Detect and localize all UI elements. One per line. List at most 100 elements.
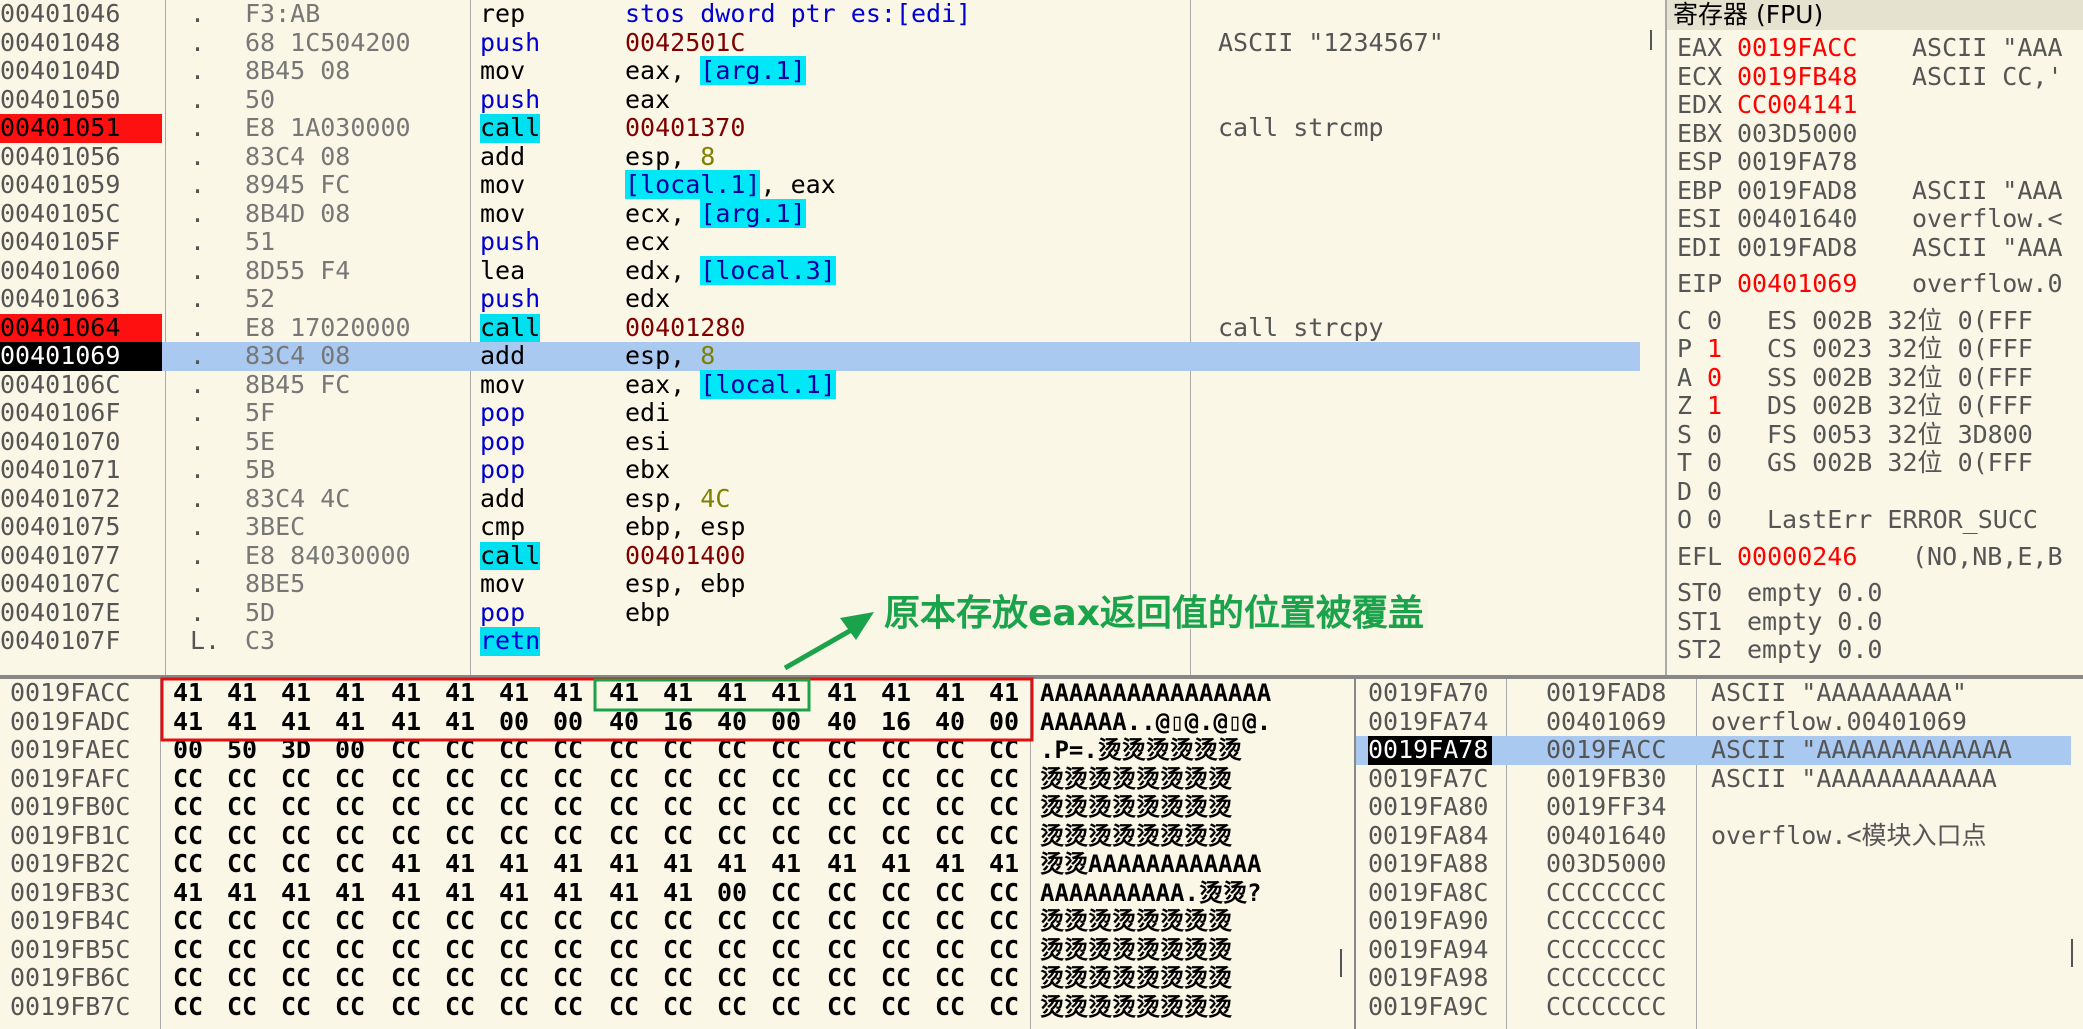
disasm-address[interactable]: 0040106C (0, 370, 162, 400)
stack-row[interactable]: 0019FA9C CCCCCCCC (1356, 992, 2071, 1022)
dump-byte[interactable]: CC (499, 735, 529, 765)
dump-byte[interactable]: 40 (935, 707, 965, 737)
disasm-address[interactable]: 00401071 (0, 455, 162, 485)
stack-row[interactable]: 0019FA8C CCCCCCCC (1356, 878, 2071, 908)
stack-value[interactable]: CCCCCCCC (1546, 992, 1666, 1022)
flag-value[interactable]: 0 (1707, 505, 1722, 535)
dump-byte[interactable]: CC (827, 878, 857, 908)
stack-value[interactable]: 00401069 (1546, 707, 1666, 737)
disasm-row[interactable]: 00401063. 52 push edx (0, 284, 1640, 314)
dump-byte[interactable]: CC (717, 963, 747, 993)
dump-address[interactable]: 0019FAEC (10, 735, 130, 765)
dump-byte[interactable]: 40 (827, 707, 857, 737)
dump-byte[interactable]: CC (989, 735, 1019, 765)
dump-byte[interactable]: CC (717, 735, 747, 765)
dump-byte[interactable]: CC (227, 764, 257, 794)
dump-byte[interactable]: CC (227, 935, 257, 965)
dump-byte[interactable]: CC (553, 764, 583, 794)
dump-byte[interactable]: CC (989, 963, 1019, 993)
dump-byte[interactable]: CC (989, 992, 1019, 1022)
dump-byte[interactable]: 41 (553, 878, 583, 908)
flag-row-t[interactable]: T 0 GS 002B 32位 0(FFF (1667, 448, 2077, 478)
dump-byte[interactable]: CC (281, 792, 311, 822)
dump-byte[interactable]: CC (771, 792, 801, 822)
dump-byte[interactable]: 41 (827, 849, 857, 879)
dump-byte[interactable]: 00 (771, 707, 801, 737)
dump-byte[interactable]: 41 (335, 878, 365, 908)
dump-byte[interactable]: CC (499, 906, 529, 936)
dump-address[interactable]: 0019FB5C (10, 935, 130, 965)
disasm-row[interactable]: 0040106C. 8B45 FC mov eax, [local.1] (0, 369, 1640, 400)
dump-byte[interactable]: CC (173, 992, 203, 1022)
dump-byte[interactable]: CC (771, 878, 801, 908)
dump-byte[interactable]: CC (935, 878, 965, 908)
dump-byte[interactable]: CC (935, 935, 965, 965)
dump-byte[interactable]: CC (445, 963, 475, 993)
dump-address[interactable]: 0019FADC (10, 707, 130, 737)
dump-byte[interactable]: CC (335, 821, 365, 851)
flag-value[interactable]: 0 (1707, 477, 1722, 507)
dump-byte[interactable]: CC (881, 821, 911, 851)
disasm-address[interactable]: 00401050 (0, 85, 162, 115)
disasm-row[interactable]: 00401072. 83C4 4C add esp, 4C (0, 484, 1640, 514)
dump-byte[interactable]: CC (553, 735, 583, 765)
dump-byte[interactable]: CC (989, 821, 1019, 851)
dump-byte[interactable]: CC (827, 792, 857, 822)
disasm-row[interactable]: 00401069. 83C4 08 add esp, 8 (0, 341, 1640, 371)
disasm-address[interactable]: 00401048 (0, 28, 162, 58)
register-row-ebx[interactable]: EBX 003D5000 (1667, 119, 2077, 149)
dump-byte[interactable]: CC (335, 935, 365, 965)
disasm-row[interactable]: 00401046. F3:AB rep stos dword ptr es:[edi] (0, 0, 1640, 29)
flag-row-s[interactable]: S 0 FS 0053 32位 3D800 (1667, 420, 2077, 450)
disasm-address[interactable]: 00401063 (0, 284, 162, 314)
dump-byte[interactable]: 41 (445, 707, 475, 737)
dump-byte[interactable]: CC (445, 821, 475, 851)
dump-row[interactable]: 0019FB7C CC CC CC CC CC CC CC CC CC CC CC CC CC CC CC CC… (0, 992, 1340, 1022)
dump-byte[interactable]: CC (935, 992, 965, 1022)
stack-value[interactable]: 0019FB30 (1546, 764, 1666, 794)
disasm-row[interactable]: 00401077. E8 84030000 call 00401400 (0, 541, 1640, 570)
dump-byte[interactable]: CC (663, 764, 693, 794)
dump-byte[interactable]: CC (227, 906, 257, 936)
dump-byte[interactable]: CC (445, 792, 475, 822)
dump-byte[interactable]: 41 (553, 679, 583, 708)
disasm-address[interactable]: 00401059 (0, 170, 162, 200)
flag-row-o[interactable]: O 0 LastErr ERROR_SUCC (1667, 505, 2077, 535)
dump-byte[interactable]: 41 (281, 878, 311, 908)
dump-byte[interactable]: CC (663, 992, 693, 1022)
dump-byte[interactable]: CC (173, 821, 203, 851)
dump-address[interactable]: 0019FB7C (10, 992, 130, 1022)
register-value[interactable]: 0019FAD8 (1737, 176, 1857, 206)
dump-byte[interactable]: CC (281, 992, 311, 1022)
dump-byte[interactable]: 00 (989, 707, 1019, 737)
disasm-address[interactable]: 00401069 (0, 341, 162, 371)
register-row-esp[interactable]: ESP 0019FA78 (1667, 147, 2077, 177)
dump-byte[interactable]: CC (553, 992, 583, 1022)
dump-byte[interactable]: 41 (717, 679, 747, 708)
dump-byte[interactable]: CC (717, 821, 747, 851)
disasm-address[interactable]: 0040106F (0, 398, 162, 428)
dump-byte[interactable]: CC (391, 935, 421, 965)
stack-address[interactable]: 0019FA90 (1368, 906, 1492, 936)
dump-byte[interactable]: 41 (663, 679, 693, 708)
dump-row[interactable]: 0019FAFC CC CC CC CC CC CC CC CC CC CC CC CC CC CC CC CC… (0, 764, 1340, 794)
dump-byte[interactable]: 41 (227, 707, 257, 737)
dump-byte[interactable]: CC (553, 821, 583, 851)
dump-byte[interactable]: 41 (663, 849, 693, 879)
dump-address[interactable]: 0019FB3C (10, 878, 130, 908)
dump-byte[interactable]: CC (827, 963, 857, 993)
register-row-ebp[interactable]: EBP 0019FAD8 ASCII "AAA (1667, 176, 2077, 206)
disasm-address[interactable]: 0040107E (0, 598, 162, 628)
dump-byte[interactable]: CC (771, 906, 801, 936)
dump-byte[interactable]: CC (881, 935, 911, 965)
dump-byte[interactable]: 41 (335, 707, 365, 737)
dump-byte[interactable]: CC (553, 935, 583, 965)
dump-row[interactable]: 0019FB2C CC CC CC CC 41 41 41 41 41 41 41 41 41 41 41 41… (0, 849, 1340, 879)
dump-byte[interactable]: CC (827, 735, 857, 765)
register-row-eax[interactable]: EAX 0019FACC ASCII "AAA (1667, 33, 2077, 63)
dump-byte[interactable]: CC (499, 821, 529, 851)
disasm-address[interactable]: 00401051 (0, 113, 162, 143)
register-value[interactable]: 00401640 (1737, 204, 1857, 234)
dump-byte[interactable]: CC (609, 906, 639, 936)
stack-value[interactable]: CCCCCCCC (1546, 906, 1666, 936)
